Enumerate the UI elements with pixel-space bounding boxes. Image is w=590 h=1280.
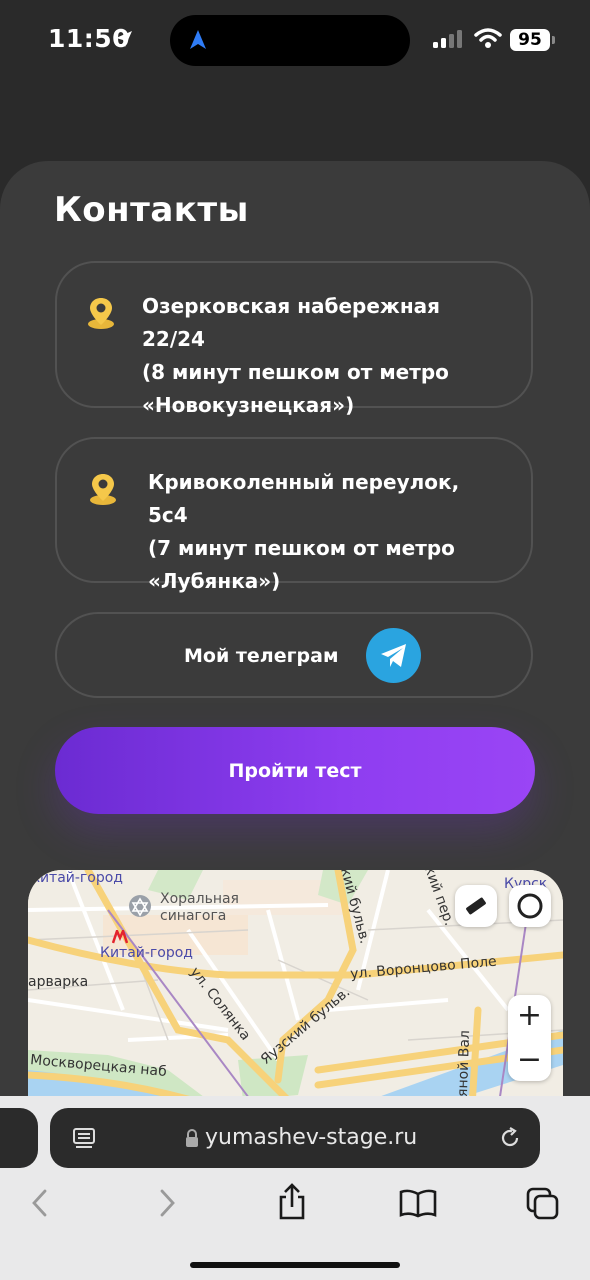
address-text: Озерковская набережная 22/24 (8 минут пе… — [142, 290, 449, 422]
map-label: Хоральная — [160, 891, 239, 907]
telegram-label: Мой телеграм — [184, 645, 339, 667]
location-arrow-icon — [116, 31, 132, 47]
layers-button[interactable] — [509, 885, 551, 927]
address-directions: (8 минут пешком от метро — [142, 360, 449, 384]
layers-icon — [517, 893, 543, 919]
map-label: арварка — [28, 974, 89, 990]
metro-icon — [112, 930, 128, 944]
address-street: Кривоколенный переулок, — [148, 470, 460, 494]
address-metro: «Новокузнецкая») — [142, 393, 355, 417]
address-number: 22/24 — [142, 327, 205, 351]
ruler-button[interactable] — [455, 885, 497, 927]
take-test-label: Пройти тест — [228, 760, 362, 782]
signal-icon — [433, 30, 465, 48]
battery-cap — [552, 36, 555, 44]
back-icon[interactable] — [29, 1188, 51, 1218]
address-text: Кривоколенный переулок, 5с4 (7 минут пеш… — [148, 466, 459, 598]
location-pin-icon — [88, 298, 114, 329]
share-icon[interactable] — [276, 1183, 308, 1221]
forward-icon[interactable] — [156, 1188, 178, 1218]
battery-indicator: 95 — [510, 29, 550, 51]
map-label: ляной Вал — [454, 1029, 474, 1107]
zoom-out-button[interactable]: − — [508, 1042, 551, 1077]
map-label: синагога — [160, 908, 227, 924]
bookmarks-icon[interactable] — [399, 1188, 437, 1218]
map-label: Китай-город — [30, 870, 123, 886]
address-directions: (7 минут пешком от метро — [148, 536, 455, 560]
dynamic-island — [170, 15, 410, 66]
status-bar: 11:50 95 — [0, 0, 590, 80]
reader-icon[interactable] — [72, 1127, 96, 1149]
wifi-icon — [474, 28, 502, 48]
address-number: 5с4 — [148, 503, 188, 527]
home-indicator — [190, 1262, 400, 1268]
telegram-icon[interactable] — [366, 628, 421, 683]
address-street: Озерковская набережная — [142, 294, 440, 318]
navigation-icon — [190, 30, 206, 49]
take-test-button[interactable]: Пройти тест — [55, 727, 535, 814]
zoom-in-button[interactable]: + — [508, 998, 551, 1033]
previous-tab-preview[interactable] — [0, 1108, 38, 1168]
synagogue-icon — [131, 897, 149, 917]
address-metro: «Лубянка») — [148, 569, 281, 593]
tabs-icon[interactable] — [525, 1186, 561, 1222]
ruler-icon — [466, 897, 486, 915]
url-text[interactable]: yumashev-stage.ru — [205, 1125, 417, 1150]
contacts-title: Контакты — [54, 190, 249, 230]
lock-icon — [186, 1129, 198, 1147]
reload-icon[interactable] — [498, 1126, 522, 1150]
map-label: Китай-город — [100, 945, 193, 961]
location-pin-icon — [90, 474, 116, 505]
zoom-controls: + − — [508, 995, 551, 1081]
